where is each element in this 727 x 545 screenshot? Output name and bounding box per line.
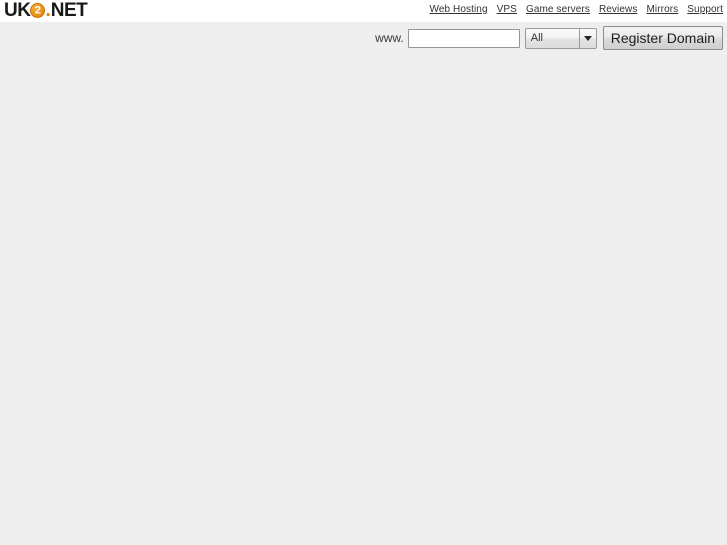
logo-mark-digit: 2 bbox=[34, 4, 42, 16]
nav-mirrors[interactable]: Mirrors bbox=[646, 4, 678, 16]
register-domain-button[interactable]: Register Domain bbox=[602, 26, 723, 50]
page-body bbox=[0, 22, 727, 545]
uk2net-logo[interactable]: UK 2 . NET bbox=[4, 0, 88, 21]
www-prefix-label: www. bbox=[375, 31, 404, 45]
site-header: UK 2 . NET Web Hosting VPS Game servers … bbox=[0, 0, 727, 22]
nav-vps[interactable]: VPS bbox=[497, 4, 517, 16]
top-navigation: Web Hosting VPS Game servers Reviews Mir… bbox=[429, 3, 723, 17]
logo-text-suffix: NET bbox=[50, 0, 88, 21]
domain-name-input[interactable] bbox=[407, 28, 520, 48]
tld-select-wrapper: All bbox=[524, 27, 597, 49]
nav-support[interactable]: Support bbox=[687, 4, 723, 16]
tld-select[interactable]: All bbox=[524, 27, 597, 49]
nav-game-servers[interactable]: Game servers bbox=[526, 4, 590, 16]
domain-search-form: www. All Register Domain bbox=[375, 26, 723, 50]
logo-orange-circle-icon: 2 bbox=[30, 3, 46, 18]
logo-text-prefix: UK bbox=[4, 0, 31, 21]
nav-reviews[interactable]: Reviews bbox=[599, 4, 638, 16]
nav-web-hosting[interactable]: Web Hosting bbox=[429, 4, 487, 16]
